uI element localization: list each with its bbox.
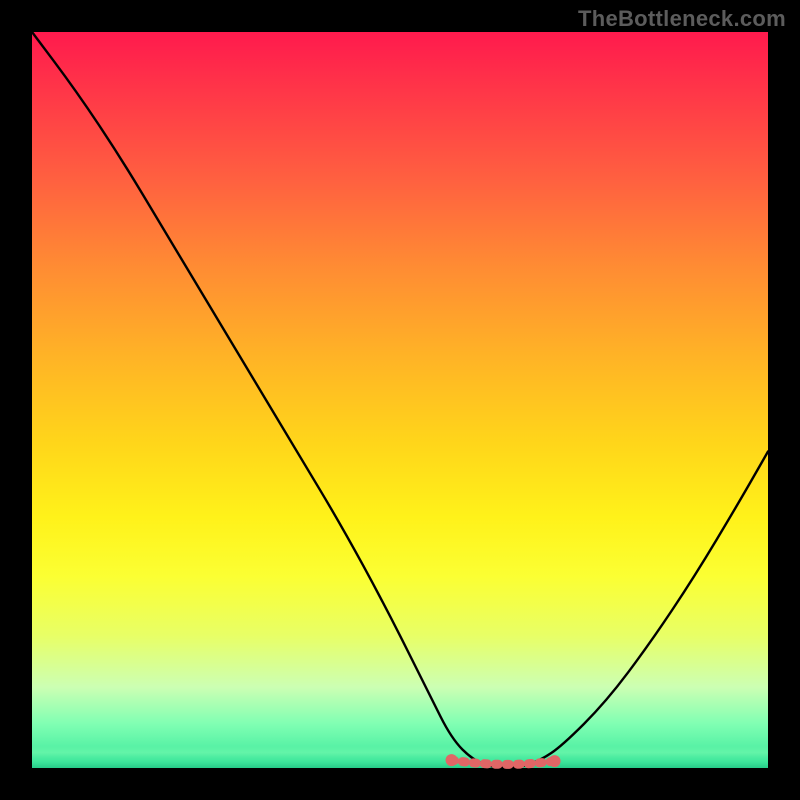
minimum-marker-dot-left [446, 754, 458, 766]
minimum-marker-dot-right [549, 755, 561, 767]
bottleneck-curve [32, 32, 768, 768]
watermark-label: TheBottleneck.com [578, 6, 786, 32]
plot-area [32, 32, 768, 768]
chart-svg [32, 32, 768, 768]
minimum-marker [452, 760, 555, 764]
chart-frame: TheBottleneck.com [0, 0, 800, 800]
